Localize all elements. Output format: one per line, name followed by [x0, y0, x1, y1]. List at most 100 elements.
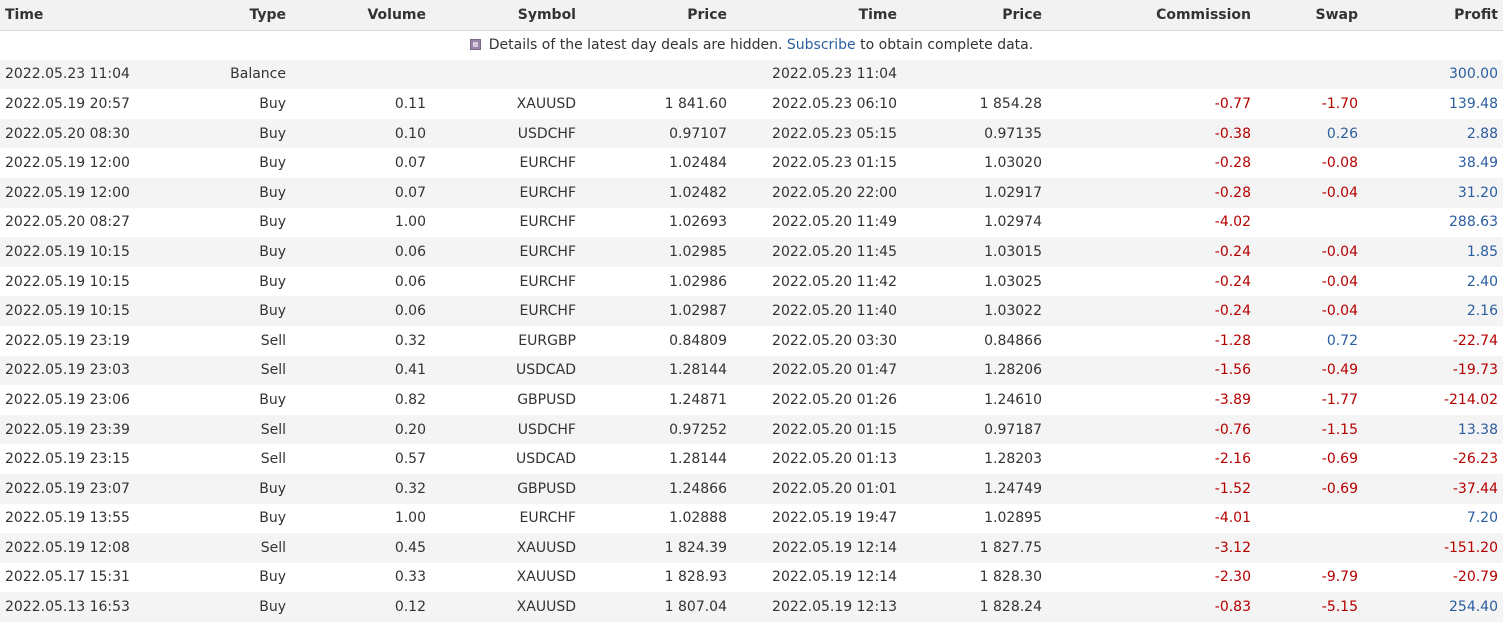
col-header-profit[interactable]: Profit: [1363, 0, 1503, 31]
cell-symbol: EURCHF: [431, 237, 581, 267]
cell-open-price: 1.02484: [669, 155, 727, 172]
cell-profit: -214.02: [1443, 391, 1498, 408]
cell-symbol: EURCHF: [519, 155, 576, 172]
cell-open-price: 0.84809: [669, 332, 727, 349]
cell-volume: 0.06: [291, 296, 431, 326]
cell-commission: -0.38: [1047, 118, 1256, 149]
cell-open-time: 2022.05.20 08:30: [0, 118, 200, 149]
col-header-open-time[interactable]: Time: [0, 0, 200, 31]
cell-type: Buy: [259, 569, 286, 586]
cell-swap: [1256, 533, 1363, 563]
cell-open-price: 1.24871: [669, 391, 727, 408]
table-row: 2022.05.19 20:57 Buy 0.11 XAUUSD 1 841.60 202…: [0, 89, 1503, 119]
cell-profit: -26.23: [1452, 451, 1498, 468]
cell-open-time: 2022.05.20 08:27: [5, 214, 130, 231]
cell-profit: 288.63: [1449, 214, 1498, 231]
cell-close-price: 1.03025: [984, 273, 1042, 290]
cell-symbol: EURCHF: [519, 510, 576, 527]
cell-profit: 2.40: [1466, 273, 1498, 290]
cell-close-price: 1.03015: [902, 237, 1047, 267]
cell-profit: 38.49: [1457, 155, 1498, 172]
cell-profit: 2.88: [1363, 118, 1503, 149]
cell-close-price: 1.02917: [902, 177, 1047, 208]
col-header-volume[interactable]: Volume: [291, 0, 431, 31]
col-header-commission[interactable]: Commission: [1047, 0, 1256, 31]
cell-swap: -1.70: [1321, 95, 1358, 112]
cell-close-price: 1 854.28: [979, 95, 1042, 112]
cell-close-time: 2022.05.20 01:26: [772, 391, 897, 408]
cell-close-price: [902, 59, 1047, 90]
col-header-symbol[interactable]: Symbol: [431, 0, 581, 31]
cell-close-price: 1 828.30: [979, 569, 1042, 586]
notice-text: Details of the latest day deals are hidd…: [488, 37, 783, 54]
table-row: 2022.05.19 23:19 Sell 0.32 EURGBP 0.84809 202…: [0, 326, 1503, 356]
cell-volume: 0.12: [291, 592, 431, 622]
col-header-type[interactable]: Type: [200, 0, 291, 31]
cell-symbol: XAUUSD: [431, 533, 581, 563]
cell-symbol: EURGBP: [518, 332, 576, 349]
cell-commission: -2.16: [1214, 451, 1251, 468]
table-row: 2022.05.19 10:15 Buy 0.06 EURCHF 1.02986 2022…: [0, 267, 1503, 297]
cell-type: Buy: [200, 177, 291, 208]
cell-swap: -0.69: [1256, 473, 1363, 504]
cell-close-price: 1 828.24: [902, 592, 1047, 622]
cell-close-price: 0.97187: [902, 414, 1047, 445]
table-row: 2022.05.19 10:15 Buy 0.06 EURCHF 1.02985 2022…: [0, 237, 1503, 267]
cell-open-time: 2022.05.13 16:53: [0, 592, 200, 622]
subscribe-link[interactable]: Subscribe: [787, 37, 856, 53]
cell-volume: 0.45: [291, 533, 431, 563]
cell-commission: -0.76: [1047, 414, 1256, 445]
cell-swap: -0.08: [1321, 155, 1358, 172]
cell-close-time: 2022.05.20 22:00: [732, 177, 902, 208]
cell-volume: [291, 59, 431, 90]
col-header-close-price[interactable]: Price: [902, 0, 1047, 31]
cell-close-time: 2022.05.20 11:42: [772, 273, 897, 290]
col-header-close-time[interactable]: Time: [732, 0, 902, 31]
table-row: 2022.05.19 12:00 Buy 0.07 EURCHF 1.02482 2022…: [0, 177, 1503, 208]
cell-close-price: 0.97135: [902, 118, 1047, 149]
cell-swap: [1256, 208, 1363, 238]
cell-close-time: 2022.05.19 12:14: [732, 533, 902, 563]
cell-type: Sell: [260, 451, 286, 468]
cell-symbol: USDCAD: [515, 451, 576, 468]
cell-volume: 0.10: [291, 118, 431, 149]
cell-swap: [1256, 59, 1363, 90]
cell-swap: 0.72: [1326, 332, 1358, 349]
cell-open-price: 0.97252: [581, 414, 732, 445]
cell-swap: -5.15: [1256, 592, 1363, 622]
cell-type: Buy: [200, 296, 291, 326]
cell-open-time: 2022.05.19 10:15: [5, 273, 130, 290]
cell-open-time: 2022.05.19 23:39: [0, 414, 200, 445]
col-header-swap[interactable]: Swap: [1256, 0, 1363, 31]
cell-type: Balance: [200, 59, 291, 90]
cell-symbol: GBPUSD: [517, 391, 576, 408]
cell-swap: -1.77: [1321, 391, 1358, 408]
cell-type: Buy: [259, 95, 286, 112]
cell-type: Buy: [200, 237, 291, 267]
cell-commission: -0.28: [1214, 155, 1251, 172]
cell-close-price: 1.28203: [984, 451, 1042, 468]
cell-open-price: 1.28144: [581, 355, 732, 386]
cell-open-time: 2022.05.19 23:19: [5, 332, 130, 349]
cell-close-time: 2022.05.19 12:14: [772, 569, 897, 586]
cell-open-price: 1 828.93: [664, 569, 727, 586]
cell-open-price: 1 841.60: [664, 95, 727, 112]
cell-close-price: 1 827.75: [902, 533, 1047, 563]
cell-swap: 0.26: [1256, 118, 1363, 149]
cell-commission: -0.24: [1047, 237, 1256, 267]
col-header-open-price[interactable]: Price: [581, 0, 732, 31]
cell-symbol: GBPUSD: [431, 473, 581, 504]
cell-close-price: 1.03022: [902, 296, 1047, 326]
cell-close-price: 1.02974: [984, 214, 1042, 231]
cell-profit: -22.74: [1452, 332, 1498, 349]
cell-open-price: 1 824.39: [581, 533, 732, 563]
cell-swap: -0.04: [1256, 296, 1363, 326]
table-row: 2022.05.19 12:00 Buy 0.07 EURCHF 1.02484 2022…: [0, 148, 1503, 178]
cell-open-time: 2022.05.19 23:03: [0, 355, 200, 386]
table-row: 2022.05.19 23:06 Buy 0.82 GBPUSD 1.24871 2022…: [0, 385, 1503, 415]
cell-volume: 1.00: [394, 214, 426, 231]
cell-commission: -3.12: [1047, 533, 1256, 563]
cell-commission: -3.89: [1214, 391, 1251, 408]
cell-volume: 0.07: [394, 155, 426, 172]
table-row: 2022.05.19 13:55 Buy 1.00 EURCHF 1.02888 2022…: [0, 504, 1503, 534]
